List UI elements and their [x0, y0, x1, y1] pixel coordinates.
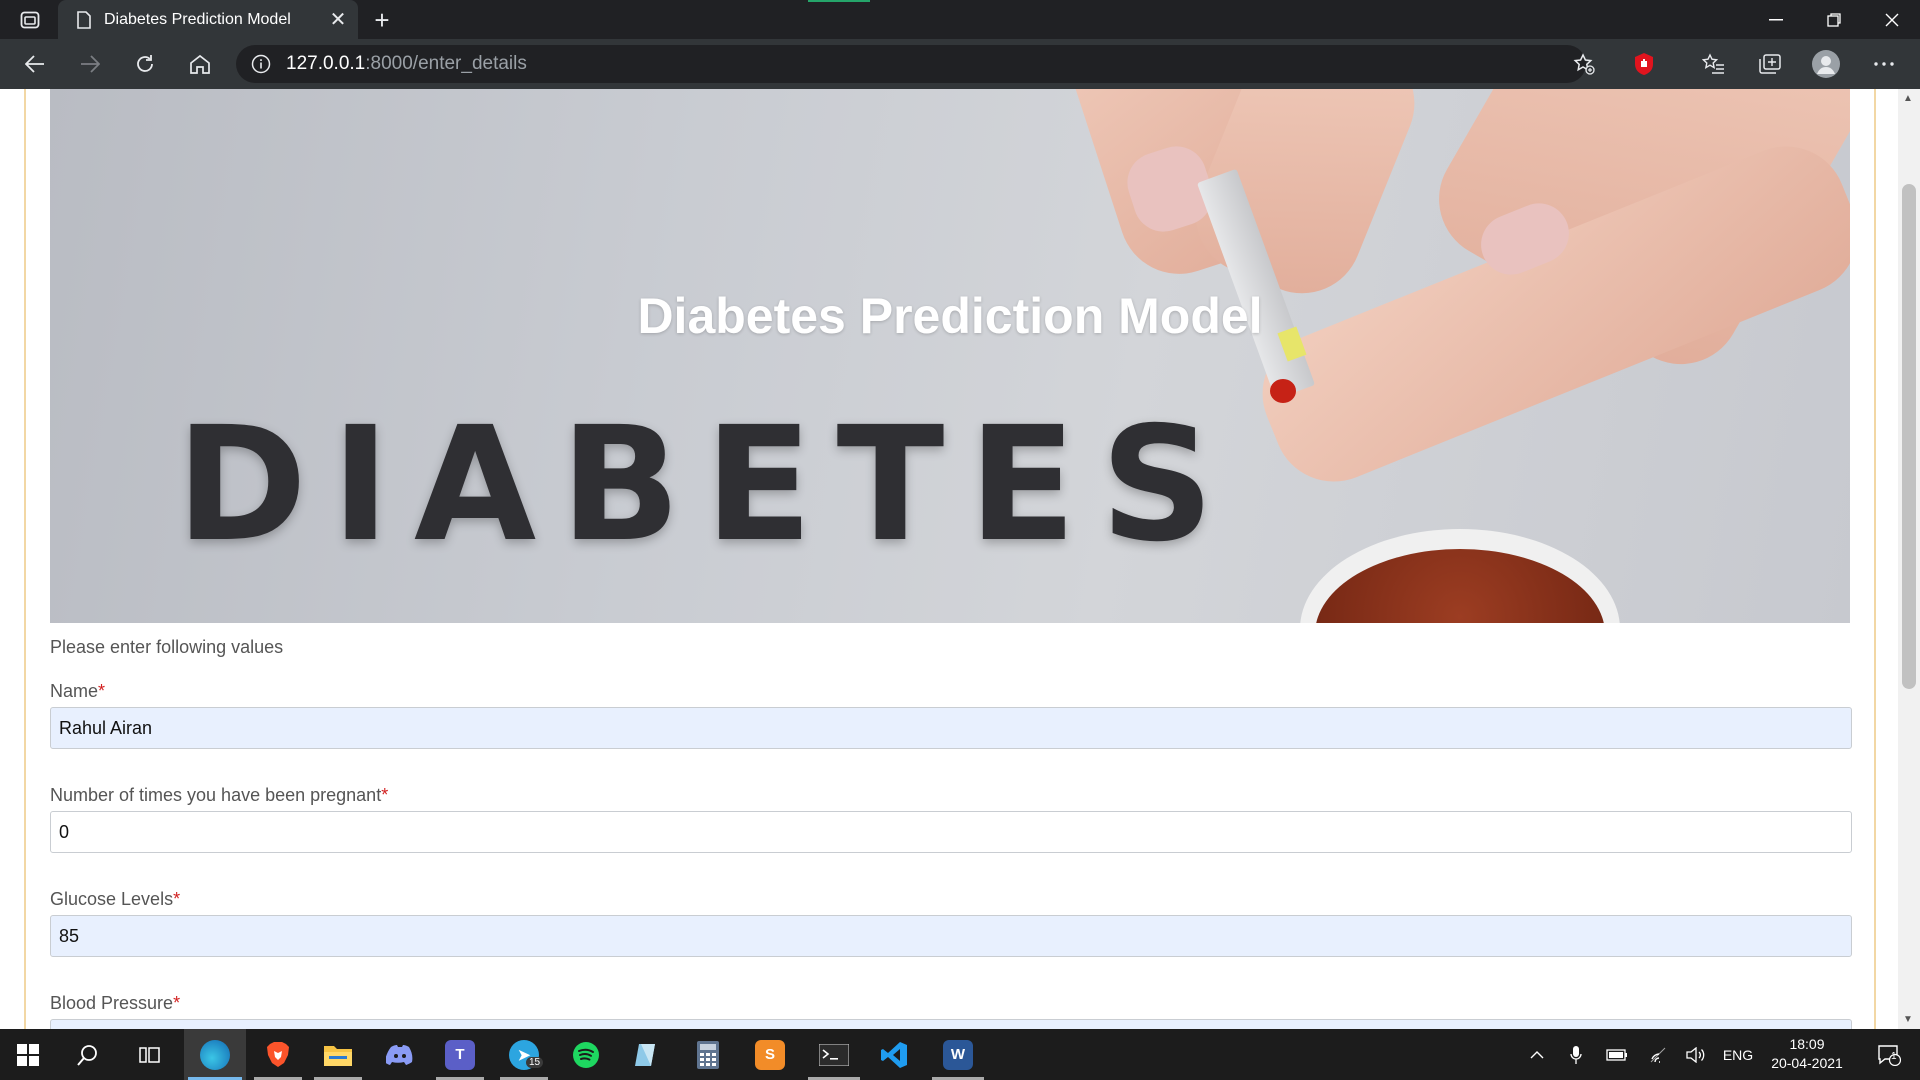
- spotify-icon[interactable]: [558, 1029, 614, 1080]
- brave-icon[interactable]: [250, 1029, 306, 1080]
- pregnancies-label: Number of times you have been pregnant*: [50, 785, 389, 805]
- notepad-icon[interactable]: [618, 1029, 674, 1080]
- pregnancies-input[interactable]: 0: [50, 811, 1852, 853]
- hero-banner: DIABETES Diabetes Prediction Model: [50, 89, 1850, 623]
- url-path: :8000/enter_details: [365, 53, 527, 74]
- tab-actions-icon[interactable]: [14, 8, 46, 32]
- new-tab-button[interactable]: +: [368, 5, 396, 35]
- discord-icon[interactable]: [372, 1029, 428, 1080]
- close-window-button[interactable]: [1864, 0, 1920, 39]
- close-tab-icon[interactable]: ✕: [324, 6, 352, 34]
- clock-date: 20-04-2021: [1771, 1055, 1843, 1071]
- file-explorer-icon[interactable]: [310, 1029, 366, 1080]
- tab-accent-line: [808, 0, 870, 2]
- form-intro: Please enter following values: [50, 637, 284, 657]
- required-mark: *: [173, 993, 181, 1013]
- task-view-icon[interactable]: [122, 1029, 178, 1080]
- edge-icon[interactable]: [184, 1029, 246, 1080]
- glucose-input[interactable]: 85: [50, 915, 1852, 957]
- required-mark: *: [98, 681, 106, 701]
- clock[interactable]: 18:09 20-04-2021: [1762, 1035, 1852, 1073]
- required-mark: *: [173, 889, 181, 909]
- required-mark: *: [381, 785, 389, 805]
- forward-button[interactable]: [72, 47, 108, 81]
- collections-icon[interactable]: [1752, 47, 1788, 81]
- sublime-text-icon[interactable]: S: [742, 1029, 798, 1080]
- terminal-icon[interactable]: [804, 1029, 864, 1080]
- hero-background-word: DIABETES: [176, 393, 1239, 577]
- address-bar[interactable]: 127.0.0.1:8000/enter_details: [236, 45, 1586, 83]
- wifi-icon[interactable]: [1644, 1029, 1674, 1080]
- scrollbar-thumb[interactable]: [1902, 184, 1916, 689]
- blood-pressure-field: Blood Pressure* 23 ▲▼: [50, 993, 1852, 1029]
- notification-count: 1: [1891, 1051, 1897, 1062]
- glucose-label: Glucose Levels*: [50, 889, 181, 909]
- telegram-icon[interactable]: ➤ 15: [496, 1029, 552, 1080]
- page-viewport: DIABETES Diabetes Prediction Model Pleas…: [0, 89, 1898, 1029]
- page-title: Diabetes Prediction Model: [637, 288, 1263, 344]
- tab-title: Diabetes Prediction Model: [104, 10, 291, 28]
- battery-icon[interactable]: [1600, 1029, 1634, 1080]
- pregnancies-field: Number of times you have been pregnant* …: [50, 785, 1852, 853]
- browser-toolbar: 127.0.0.1:8000/enter_details: [0, 39, 1920, 89]
- windows-taskbar: T ➤ 15 S W ENG 18:09 20-04-2021 1: [0, 1029, 1920, 1080]
- vscode-icon[interactable]: [866, 1029, 922, 1080]
- back-button[interactable]: [17, 47, 53, 81]
- scroll-down-icon[interactable]: ▼: [1903, 1014, 1913, 1025]
- browser-tab-active[interactable]: Diabetes Prediction Model ✕: [58, 0, 358, 39]
- name-field: Name* Rahul Airan: [50, 681, 1852, 749]
- microphone-icon[interactable]: [1562, 1029, 1590, 1080]
- url-host: 127.0.0.1: [286, 53, 366, 74]
- favorites-icon[interactable]: [1696, 47, 1732, 81]
- blood-drop-illustration: [1270, 379, 1296, 403]
- language-indicator[interactable]: ENG: [1718, 1029, 1758, 1080]
- refresh-button[interactable]: [127, 47, 163, 81]
- url-text[interactable]: 127.0.0.1:8000/enter_details: [286, 53, 527, 75]
- notifications-icon[interactable]: 1: [1866, 1029, 1912, 1080]
- minimize-button[interactable]: [1748, 0, 1804, 39]
- scroll-up-icon[interactable]: ▲: [1903, 93, 1913, 104]
- word-icon[interactable]: W: [928, 1029, 988, 1080]
- blood-pressure-label: Blood Pressure*: [50, 993, 181, 1013]
- show-hidden-icons[interactable]: [1522, 1029, 1552, 1080]
- name-input[interactable]: Rahul Airan: [50, 707, 1852, 749]
- telegram-badge: 15: [526, 1057, 544, 1068]
- home-button[interactable]: [182, 47, 218, 81]
- volume-icon[interactable]: [1680, 1029, 1712, 1080]
- blood-pressure-input[interactable]: 23 ▲▼: [50, 1019, 1852, 1029]
- teams-icon[interactable]: T: [432, 1029, 488, 1080]
- site-info-icon[interactable]: [250, 53, 272, 75]
- calculator-icon[interactable]: [680, 1029, 736, 1080]
- start-icon[interactable]: [0, 1029, 56, 1080]
- page-scrollbar[interactable]: ▲ ▼: [1898, 89, 1920, 1029]
- search-icon[interactable]: [60, 1029, 116, 1080]
- more-menu-icon[interactable]: [1866, 47, 1902, 81]
- clock-time: 18:09: [1789, 1036, 1825, 1052]
- restore-button[interactable]: [1806, 0, 1862, 39]
- page-icon: [74, 10, 94, 30]
- glucose-field: Glucose Levels* 85: [50, 889, 1852, 957]
- add-favorite-icon[interactable]: [1566, 47, 1602, 81]
- details-form: Please enter following values Name* Rahu…: [50, 637, 1852, 1029]
- tab-bar: Diabetes Prediction Model ✕ +: [0, 0, 1920, 39]
- adblock-extension-icon[interactable]: [1626, 47, 1662, 81]
- name-label: Name*: [50, 681, 106, 701]
- profile-avatar-icon[interactable]: [1808, 47, 1844, 81]
